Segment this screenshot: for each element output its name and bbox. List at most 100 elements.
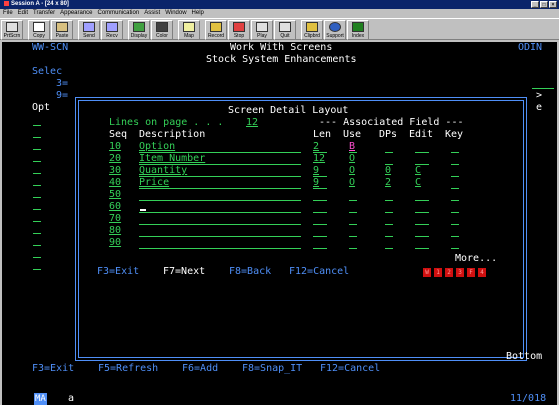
edit-input[interactable]: [415, 224, 429, 225]
bg-opt-field[interactable]: [33, 269, 41, 270]
key-input[interactable]: [451, 212, 459, 213]
bg-opt-field[interactable]: [33, 245, 41, 246]
menu-transfer[interactable]: Transfer: [33, 9, 55, 18]
key-input[interactable]: [451, 164, 459, 165]
popup-f8-back[interactable]: F8=Back: [229, 266, 271, 278]
key-input[interactable]: [451, 224, 459, 225]
seq-cell[interactable]: 90: [109, 237, 121, 249]
seq-cell[interactable]: 20: [109, 153, 121, 165]
seq-cell[interactable]: 60: [109, 201, 121, 213]
map-button[interactable]: Map: [178, 20, 200, 40]
bg-opt-field[interactable]: [33, 185, 41, 186]
use-input[interactable]: O: [349, 165, 355, 177]
edit-input[interactable]: [415, 236, 429, 237]
popup-f7-next[interactable]: F7=Next: [163, 266, 205, 278]
description-input[interactable]: [139, 200, 301, 201]
edit-input[interactable]: [415, 212, 429, 213]
edit-input[interactable]: C: [415, 177, 421, 189]
bg-opt-field[interactable]: [33, 209, 41, 210]
len-input[interactable]: 12: [313, 153, 325, 165]
popup-f3-exit[interactable]: F3=Exit: [97, 266, 139, 278]
use-input[interactable]: [349, 200, 357, 201]
dps-input[interactable]: 0: [385, 165, 391, 177]
bg-opt-field[interactable]: [33, 161, 41, 162]
len-input[interactable]: [313, 236, 327, 237]
description-input[interactable]: [139, 248, 301, 249]
dps-input[interactable]: 2: [385, 177, 391, 189]
menu-help[interactable]: Help: [192, 9, 204, 18]
paste-button[interactable]: Paste: [51, 20, 73, 40]
key-input[interactable]: [451, 200, 459, 201]
len-input[interactable]: [313, 248, 327, 249]
bg-opt-field[interactable]: [33, 137, 41, 138]
bg-opt-field[interactable]: [33, 233, 41, 234]
dps-input[interactable]: [385, 248, 393, 249]
key-input[interactable]: [451, 152, 459, 153]
edit-input[interactable]: [415, 248, 429, 249]
copy-button[interactable]: Copy: [28, 20, 50, 40]
bg-opt-field[interactable]: [33, 125, 41, 126]
use-input[interactable]: [349, 248, 357, 249]
f5-refresh-key[interactable]: F5=Refresh: [98, 363, 158, 375]
lines-on-page-input[interactable]: 12: [246, 117, 258, 129]
index-button[interactable]: Index: [347, 20, 369, 40]
seq-cell[interactable]: 30: [109, 165, 121, 177]
edit-input[interactable]: C: [415, 165, 421, 177]
stop-button[interactable]: Stop: [228, 20, 250, 40]
dps-input[interactable]: [385, 200, 393, 201]
key-input[interactable]: [451, 236, 459, 237]
quit-button[interactable]: Quit: [274, 20, 296, 40]
maximize-button[interactable]: □: [540, 1, 548, 8]
menu-appearance[interactable]: Appearance: [60, 9, 92, 18]
record-button[interactable]: Record: [205, 20, 227, 40]
edit-input[interactable]: [415, 200, 429, 201]
bg-opt-field[interactable]: [33, 197, 41, 198]
support-button[interactable]: Support: [324, 20, 346, 40]
dps-input[interactable]: [385, 224, 393, 225]
use-input[interactable]: O: [349, 177, 355, 189]
menu-assist[interactable]: Assist: [144, 9, 160, 18]
use-input[interactable]: O: [349, 153, 355, 165]
color-button[interactable]: Color: [151, 20, 173, 40]
menu-window[interactable]: Window: [165, 9, 186, 18]
play-button[interactable]: Play: [251, 20, 273, 40]
seq-cell[interactable]: 80: [109, 225, 121, 237]
seq-cell[interactable]: 10: [109, 141, 121, 153]
minimize-button[interactable]: _: [531, 1, 539, 8]
bg-opt-field[interactable]: [33, 173, 41, 174]
popup-f12-cancel[interactable]: F12=Cancel: [289, 266, 349, 278]
len-input[interactable]: [313, 212, 327, 213]
dps-input[interactable]: [385, 236, 393, 237]
send-button[interactable]: Send: [78, 20, 100, 40]
bg-opt-field[interactable]: [33, 221, 41, 222]
menu-communication[interactable]: Communication: [98, 9, 140, 18]
dps-input[interactable]: [385, 212, 393, 213]
f3-exit-key[interactable]: F3=Exit: [32, 363, 74, 375]
key-input[interactable]: [451, 188, 459, 189]
menu-file[interactable]: File: [3, 9, 13, 18]
use-input[interactable]: [349, 224, 357, 225]
len-input[interactable]: [313, 224, 327, 225]
len-input[interactable]: [313, 200, 327, 201]
use-input[interactable]: [349, 236, 357, 237]
f12-cancel-key[interactable]: F12=Cancel: [320, 363, 380, 375]
print-screen-button[interactable]: PrtScrn: [1, 20, 23, 40]
terminal-screen[interactable]: WW-SCN Work With Screens ODIN Stock Syst…: [2, 42, 557, 405]
bg-opt-field[interactable]: [33, 257, 41, 258]
dps-input[interactable]: [385, 152, 393, 153]
clipboard-button[interactable]: Clipbrd: [301, 20, 323, 40]
f6-add-key[interactable]: F6=Add: [182, 363, 218, 375]
key-input[interactable]: [451, 176, 459, 177]
description-input[interactable]: [139, 212, 301, 213]
menu-edit[interactable]: Edit: [18, 9, 28, 18]
edit-input[interactable]: [415, 152, 429, 153]
f8-snap-it-key[interactable]: F8=Snap_IT: [242, 363, 302, 375]
close-button[interactable]: ×: [549, 1, 557, 8]
seq-cell[interactable]: 50: [109, 189, 121, 201]
bg-opt-field[interactable]: [33, 149, 41, 150]
description-input[interactable]: [139, 236, 301, 237]
use-input[interactable]: [349, 212, 357, 213]
key-input[interactable]: [451, 248, 459, 249]
display-button[interactable]: Display: [128, 20, 150, 40]
seq-cell[interactable]: 70: [109, 213, 121, 225]
